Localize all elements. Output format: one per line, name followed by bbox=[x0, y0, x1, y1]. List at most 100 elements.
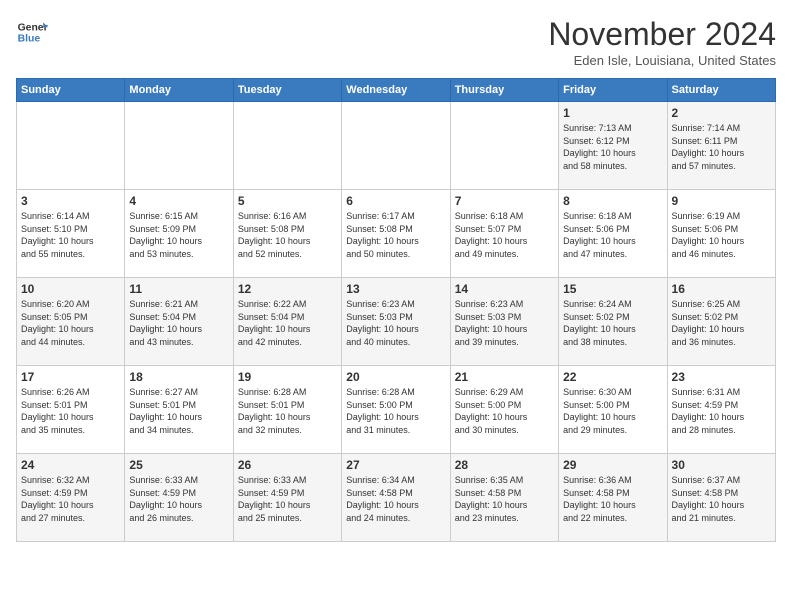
calendar-cell: 25 Sunrise: 6:33 AM Sunset: 4:59 PM Dayli… bbox=[125, 454, 233, 542]
day-info: Sunrise: 6:24 AM Sunset: 5:02 PM Dayligh… bbox=[563, 298, 662, 348]
day-info: Sunrise: 6:14 AM Sunset: 5:10 PM Dayligh… bbox=[21, 210, 120, 260]
calendar-week-row: 3 Sunrise: 6:14 AM Sunset: 5:10 PM Daylig… bbox=[17, 190, 776, 278]
day-info: Sunrise: 6:33 AM Sunset: 4:59 PM Dayligh… bbox=[238, 474, 337, 524]
day-number: 11 bbox=[129, 282, 228, 296]
day-number: 21 bbox=[455, 370, 554, 384]
day-info: Sunrise: 6:27 AM Sunset: 5:01 PM Dayligh… bbox=[129, 386, 228, 436]
day-info: Sunrise: 6:16 AM Sunset: 5:08 PM Dayligh… bbox=[238, 210, 337, 260]
day-info: Sunrise: 6:35 AM Sunset: 4:58 PM Dayligh… bbox=[455, 474, 554, 524]
calendar-cell: 17Sunrise: 6:26 AM Sunset: 5:01 PM Dayli… bbox=[17, 366, 125, 454]
calendar-cell: 15 Sunrise: 6:24 AM Sunset: 5:02 PM Dayli… bbox=[559, 278, 667, 366]
day-number: 10 bbox=[21, 282, 120, 296]
day-number: 30 bbox=[672, 458, 771, 472]
calendar-cell: 6 Sunrise: 6:17 AM Sunset: 5:08 PM Daylig… bbox=[342, 190, 450, 278]
day-info: Sunrise: 6:25 AM Sunset: 5:02 PM Dayligh… bbox=[672, 298, 771, 348]
day-number: 20 bbox=[346, 370, 445, 384]
day-number: 3 bbox=[21, 194, 120, 208]
calendar-cell: 21 Sunrise: 6:29 AM Sunset: 5:00 PM Dayli… bbox=[450, 366, 558, 454]
day-info: Sunrise: 6:32 AM Sunset: 4:59 PM Dayligh… bbox=[21, 474, 120, 524]
calendar-cell: 7 Sunrise: 6:18 AM Sunset: 5:07 PM Daylig… bbox=[450, 190, 558, 278]
day-info: Sunrise: 7:13 AM Sunset: 6:12 PM Dayligh… bbox=[563, 122, 662, 172]
day-number: 24 bbox=[21, 458, 120, 472]
day-info: Sunrise: 6:15 AM Sunset: 5:09 PM Dayligh… bbox=[129, 210, 228, 260]
calendar-cell: 2Sunrise: 7:14 AM Sunset: 6:11 PM Daylig… bbox=[667, 102, 775, 190]
day-info: Sunrise: 6:19 AM Sunset: 5:06 PM Dayligh… bbox=[672, 210, 771, 260]
day-number: 19 bbox=[238, 370, 337, 384]
calendar-cell: 26Sunrise: 6:33 AM Sunset: 4:59 PM Dayli… bbox=[233, 454, 341, 542]
day-info: Sunrise: 6:17 AM Sunset: 5:08 PM Dayligh… bbox=[346, 210, 445, 260]
day-info: Sunrise: 6:30 AM Sunset: 5:00 PM Dayligh… bbox=[563, 386, 662, 436]
calendar-cell: 19 Sunrise: 6:28 AM Sunset: 5:01 PM Dayli… bbox=[233, 366, 341, 454]
weekday-header: Saturday bbox=[667, 79, 775, 102]
calendar-header-row: SundayMondayTuesdayWednesdayThursdayFrid… bbox=[17, 79, 776, 102]
calendar-cell: 4Sunrise: 6:15 AM Sunset: 5:09 PM Daylig… bbox=[125, 190, 233, 278]
header: General Blue November 2024 Eden Isle, Lo… bbox=[16, 16, 776, 68]
day-number: 23 bbox=[672, 370, 771, 384]
day-number: 8 bbox=[563, 194, 662, 208]
weekday-header: Tuesday bbox=[233, 79, 341, 102]
day-info: Sunrise: 6:20 AM Sunset: 5:05 PM Dayligh… bbox=[21, 298, 120, 348]
location-subtitle: Eden Isle, Louisiana, United States bbox=[548, 53, 776, 68]
calendar-cell: 9Sunrise: 6:19 AM Sunset: 5:06 PM Daylig… bbox=[667, 190, 775, 278]
weekday-header: Friday bbox=[559, 79, 667, 102]
calendar-cell bbox=[17, 102, 125, 190]
day-info: Sunrise: 6:28 AM Sunset: 5:01 PM Dayligh… bbox=[238, 386, 337, 436]
calendar-cell: 16 Sunrise: 6:25 AM Sunset: 5:02 PM Dayli… bbox=[667, 278, 775, 366]
day-info: Sunrise: 6:26 AM Sunset: 5:01 PM Dayligh… bbox=[21, 386, 120, 436]
calendar-cell: 23 Sunrise: 6:31 AM Sunset: 4:59 PM Dayli… bbox=[667, 366, 775, 454]
month-title: November 2024 bbox=[548, 16, 776, 53]
calendar-week-row: 10 Sunrise: 6:20 AM Sunset: 5:05 PM Dayli… bbox=[17, 278, 776, 366]
weekday-header: Sunday bbox=[17, 79, 125, 102]
calendar-week-row: 17Sunrise: 6:26 AM Sunset: 5:01 PM Dayli… bbox=[17, 366, 776, 454]
day-number: 16 bbox=[672, 282, 771, 296]
day-info: Sunrise: 6:37 AM Sunset: 4:58 PM Dayligh… bbox=[672, 474, 771, 524]
title-area: November 2024 Eden Isle, Louisiana, Unit… bbox=[548, 16, 776, 68]
calendar-cell bbox=[125, 102, 233, 190]
calendar-cell bbox=[342, 102, 450, 190]
day-number: 6 bbox=[346, 194, 445, 208]
logo-icon: General Blue bbox=[16, 16, 48, 48]
day-number: 29 bbox=[563, 458, 662, 472]
calendar-cell: 27Sunrise: 6:34 AM Sunset: 4:58 PM Dayli… bbox=[342, 454, 450, 542]
day-number: 7 bbox=[455, 194, 554, 208]
calendar-cell: 30 Sunrise: 6:37 AM Sunset: 4:58 PM Dayli… bbox=[667, 454, 775, 542]
day-number: 12 bbox=[238, 282, 337, 296]
weekday-header: Wednesday bbox=[342, 79, 450, 102]
calendar-cell: 29 Sunrise: 6:36 AM Sunset: 4:58 PM Dayli… bbox=[559, 454, 667, 542]
day-info: Sunrise: 6:33 AM Sunset: 4:59 PM Dayligh… bbox=[129, 474, 228, 524]
calendar-cell: 3 Sunrise: 6:14 AM Sunset: 5:10 PM Daylig… bbox=[17, 190, 125, 278]
day-number: 25 bbox=[129, 458, 228, 472]
calendar-cell bbox=[233, 102, 341, 190]
day-info: Sunrise: 7:14 AM Sunset: 6:11 PM Dayligh… bbox=[672, 122, 771, 172]
day-info: Sunrise: 6:22 AM Sunset: 5:04 PM Dayligh… bbox=[238, 298, 337, 348]
day-info: Sunrise: 6:18 AM Sunset: 5:06 PM Dayligh… bbox=[563, 210, 662, 260]
calendar-cell: 11Sunrise: 6:21 AM Sunset: 5:04 PM Dayli… bbox=[125, 278, 233, 366]
day-number: 15 bbox=[563, 282, 662, 296]
calendar-cell: 1 Sunrise: 7:13 AM Sunset: 6:12 PM Daylig… bbox=[559, 102, 667, 190]
weekday-header: Monday bbox=[125, 79, 233, 102]
calendar-cell: 24 Sunrise: 6:32 AM Sunset: 4:59 PM Dayli… bbox=[17, 454, 125, 542]
calendar-cell: 12 Sunrise: 6:22 AM Sunset: 5:04 PM Dayli… bbox=[233, 278, 341, 366]
day-info: Sunrise: 6:23 AM Sunset: 5:03 PM Dayligh… bbox=[455, 298, 554, 348]
calendar-cell: 5Sunrise: 6:16 AM Sunset: 5:08 PM Daylig… bbox=[233, 190, 341, 278]
calendar-cell: 14Sunrise: 6:23 AM Sunset: 5:03 PM Dayli… bbox=[450, 278, 558, 366]
day-info: Sunrise: 6:23 AM Sunset: 5:03 PM Dayligh… bbox=[346, 298, 445, 348]
calendar-cell: 20 Sunrise: 6:28 AM Sunset: 5:00 PM Dayli… bbox=[342, 366, 450, 454]
day-info: Sunrise: 6:18 AM Sunset: 5:07 PM Dayligh… bbox=[455, 210, 554, 260]
day-info: Sunrise: 6:29 AM Sunset: 5:00 PM Dayligh… bbox=[455, 386, 554, 436]
day-number: 18 bbox=[129, 370, 228, 384]
day-number: 13 bbox=[346, 282, 445, 296]
calendar-cell: 22 Sunrise: 6:30 AM Sunset: 5:00 PM Dayli… bbox=[559, 366, 667, 454]
day-info: Sunrise: 6:36 AM Sunset: 4:58 PM Dayligh… bbox=[563, 474, 662, 524]
day-number: 22 bbox=[563, 370, 662, 384]
calendar-table: SundayMondayTuesdayWednesdayThursdayFrid… bbox=[16, 78, 776, 542]
day-info: Sunrise: 6:31 AM Sunset: 4:59 PM Dayligh… bbox=[672, 386, 771, 436]
day-info: Sunrise: 6:28 AM Sunset: 5:00 PM Dayligh… bbox=[346, 386, 445, 436]
day-number: 1 bbox=[563, 106, 662, 120]
logo: General Blue bbox=[16, 16, 48, 48]
calendar-cell: 8 Sunrise: 6:18 AM Sunset: 5:06 PM Daylig… bbox=[559, 190, 667, 278]
calendar-body: 1 Sunrise: 7:13 AM Sunset: 6:12 PM Daylig… bbox=[17, 102, 776, 542]
calendar-cell bbox=[450, 102, 558, 190]
calendar-cell: 10 Sunrise: 6:20 AM Sunset: 5:05 PM Dayli… bbox=[17, 278, 125, 366]
day-number: 28 bbox=[455, 458, 554, 472]
